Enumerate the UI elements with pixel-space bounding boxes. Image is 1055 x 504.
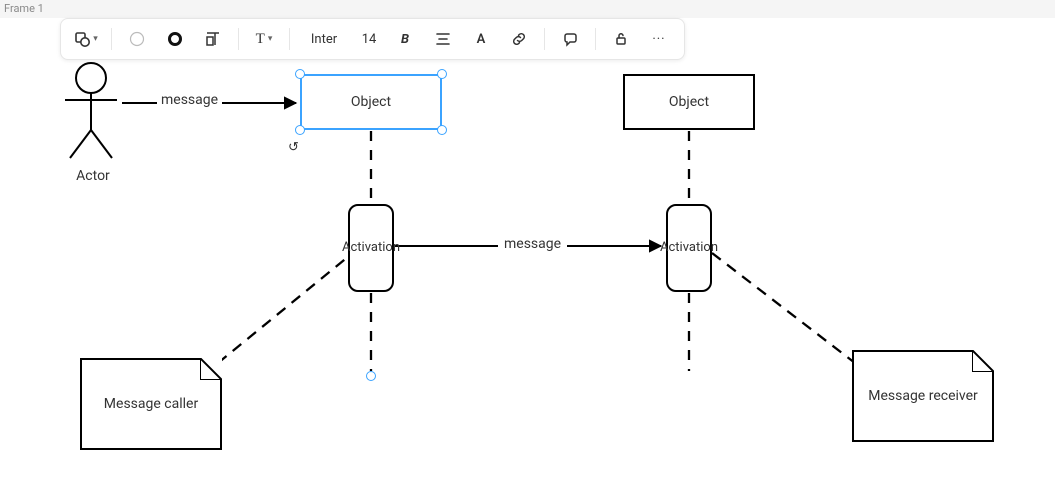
link-icon [511,31,527,47]
selection-toolbar: ▾ T ▾ Inter 14 B [60,18,685,60]
separator [544,28,545,50]
object-2-label: Object [669,94,709,110]
object-1-label: Object [351,94,391,110]
separator [238,28,239,50]
chevron-down-icon: ▾ [93,34,98,44]
object-layout-icon [204,30,222,48]
note-fold-icon [200,358,222,380]
canvas[interactable]: Actor message Object ↺ Object Activation… [0,18,1055,504]
separator [111,28,112,50]
align-icon [435,31,451,47]
text-color-button[interactable]: A [462,24,500,54]
message-label-2[interactable]: message [498,236,567,252]
activation-2-label: Activation [660,241,718,256]
object-layout-button[interactable] [194,24,232,54]
activation-2[interactable]: Activation [666,204,712,292]
fill-none-button[interactable] [118,24,156,54]
activation-1[interactable]: Activation [348,204,394,292]
note-left[interactable]: Message caller [80,358,222,450]
separator [289,28,290,50]
circle-bold-icon [166,30,184,48]
note-right[interactable]: Message receiver [852,350,994,442]
font-family-button[interactable]: Inter [296,24,352,54]
selection-handle-se[interactable] [437,125,447,135]
text-tool-button[interactable]: T ▾ [245,24,283,54]
note-fold-icon [972,350,994,372]
actor-figure[interactable] [65,63,117,158]
bold-button[interactable]: B [386,24,424,54]
unlock-icon [613,31,629,47]
align-button[interactable] [424,24,462,54]
object-1[interactable]: Object [300,74,442,130]
chevron-down-icon: ▾ [268,34,273,44]
more-icon: ··· [652,32,665,47]
lock-button[interactable] [602,24,640,54]
note-connector-right[interactable] [712,253,855,363]
stroke-button[interactable] [156,24,194,54]
selection-handle-nw[interactable] [295,69,305,79]
comment-icon [562,31,579,48]
note-left-label: Message caller [104,396,198,412]
shape-type-button[interactable]: ▾ [67,24,105,54]
rotate-handle[interactable]: ↺ [288,140,299,155]
selection-handle-ne[interactable] [437,69,447,79]
link-button[interactable] [500,24,538,54]
font-size-button[interactable]: 14 [352,24,386,54]
shape-icon [74,31,90,47]
activation-1-label: Activation [342,241,400,256]
note-connector-left[interactable] [218,256,349,363]
frame-label[interactable]: Frame 1 [4,2,44,15]
circle-outline-icon [128,30,146,48]
selection-handle-sw[interactable] [295,125,305,135]
lifeline-endpoint-handle[interactable] [366,371,376,381]
text-icon: T [256,31,265,48]
note-right-label: Message receiver [868,388,978,404]
separator [595,28,596,50]
actor-label[interactable]: Actor [71,168,115,184]
object-2[interactable]: Object [623,74,755,130]
message-label-1[interactable]: message [157,92,222,108]
frame: ▾ T ▾ Inter 14 B [0,18,1055,504]
comment-button[interactable] [551,24,589,54]
more-button[interactable]: ··· [640,24,678,54]
